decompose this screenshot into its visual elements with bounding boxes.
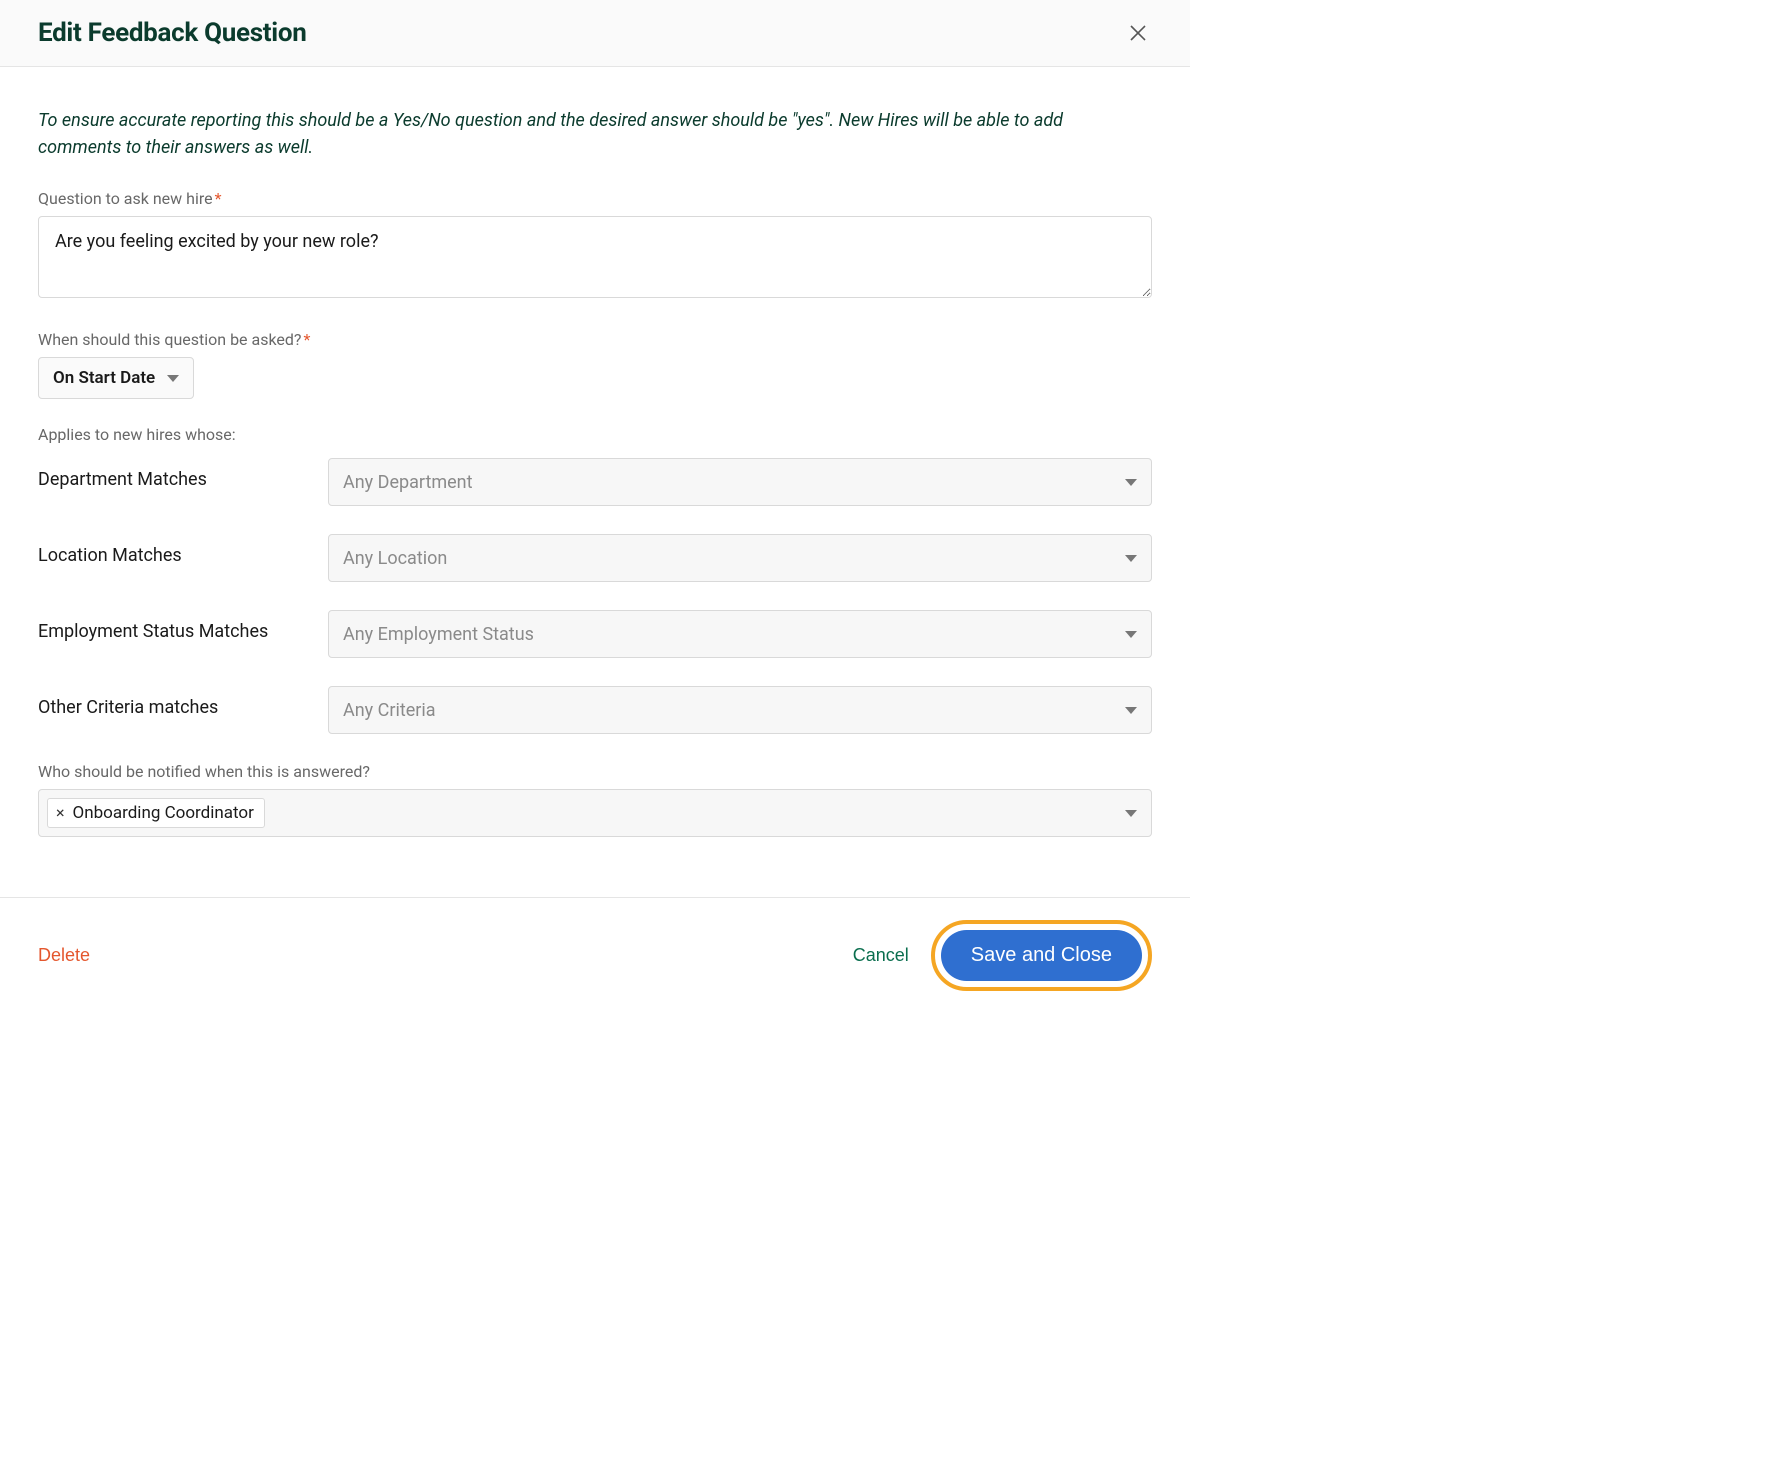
notify-chip-label: Onboarding Coordinator: [73, 803, 254, 823]
notify-label: Who should be notified when this is answ…: [38, 762, 1152, 781]
helper-text: To ensure accurate reporting this should…: [38, 107, 1138, 161]
criteria-label-other: Other Criteria matches: [38, 686, 328, 720]
question-label-text: Question to ask new hire: [38, 189, 213, 208]
criteria-placeholder: Any Location: [343, 548, 447, 569]
modal-body: To ensure accurate reporting this should…: [0, 67, 1190, 897]
chevron-down-icon: [1125, 707, 1137, 714]
applies-to-label: Applies to new hires whose:: [38, 425, 1152, 444]
modal-header: Edit Feedback Question: [0, 0, 1190, 67]
save-and-close-button[interactable]: Save and Close: [941, 930, 1142, 981]
question-label: Question to ask new hire*: [38, 189, 1152, 208]
modal-footer: Delete Cancel Save and Close: [0, 897, 1190, 1013]
close-button[interactable]: [1124, 19, 1152, 47]
chevron-down-icon: [1125, 631, 1137, 638]
criteria-placeholder: Any Criteria: [343, 700, 436, 721]
criteria-label-employment-status: Employment Status Matches: [38, 610, 328, 644]
notify-chip[interactable]: × Onboarding Coordinator: [47, 798, 265, 828]
criteria-select-department[interactable]: Any Department: [328, 458, 1152, 506]
criteria-select-location[interactable]: Any Location: [328, 534, 1152, 582]
criteria-label-department: Department Matches: [38, 458, 328, 492]
footer-right: Cancel Save and Close: [853, 920, 1152, 991]
chevron-down-icon: [1125, 555, 1137, 562]
required-marker: *: [215, 189, 222, 208]
when-label-text: When should this question be asked?: [38, 330, 302, 349]
when-select[interactable]: On Start Date: [38, 357, 194, 399]
criteria-placeholder: Any Department: [343, 472, 473, 493]
close-icon: [1128, 23, 1148, 43]
when-select-value: On Start Date: [53, 368, 155, 388]
chip-remove-icon[interactable]: ×: [56, 805, 65, 821]
chevron-down-icon: [167, 375, 179, 382]
chevron-down-icon: [1125, 479, 1137, 486]
notify-select[interactable]: × Onboarding Coordinator: [38, 789, 1152, 837]
criteria-select-other[interactable]: Any Criteria: [328, 686, 1152, 734]
modal-title: Edit Feedback Question: [38, 18, 307, 48]
save-highlight: Save and Close: [931, 920, 1152, 991]
chevron-down-icon: [1125, 810, 1137, 817]
required-marker: *: [304, 330, 311, 349]
notify-chip-wrap: × Onboarding Coordinator: [47, 798, 265, 828]
delete-button[interactable]: Delete: [38, 945, 90, 966]
question-textarea[interactable]: [38, 216, 1152, 298]
criteria-label-location: Location Matches: [38, 534, 328, 568]
criteria-select-employment-status[interactable]: Any Employment Status: [328, 610, 1152, 658]
cancel-button[interactable]: Cancel: [853, 945, 909, 966]
criteria-grid: Department Matches Any Department Locati…: [38, 458, 1152, 734]
when-label: When should this question be asked?*: [38, 330, 1152, 349]
criteria-placeholder: Any Employment Status: [343, 624, 534, 645]
